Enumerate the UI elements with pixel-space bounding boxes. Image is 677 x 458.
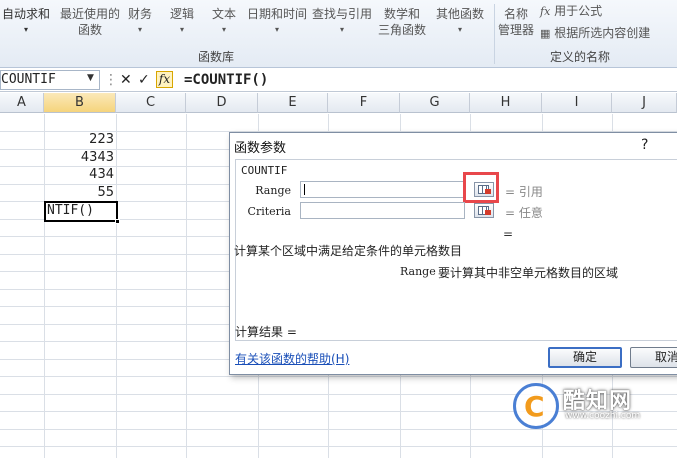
other-functions-label: 其他函数: [436, 7, 485, 21]
argument-description: 要计算其中非空单元格数目的区域: [438, 266, 619, 280]
highlight-box: [463, 172, 499, 203]
column-header-f[interactable]: F: [328, 93, 400, 113]
column-header-d[interactable]: D: [186, 93, 258, 113]
help-icon[interactable]: ?: [641, 137, 648, 153]
defined-names-group-label: 定义的名称: [550, 50, 611, 64]
cell-value: 4343: [80, 150, 114, 165]
formula-bar: COUNTIF ▼ ⋮ ✕ ✓ fx =COUNTIF(): [0, 69, 677, 92]
name-manager-label: 名称: [504, 7, 529, 21]
criteria-result: = 任意: [505, 206, 543, 220]
column-header-j[interactable]: J: [612, 93, 677, 113]
watermark-logo-letter: C: [524, 390, 545, 423]
cell-value: 223: [89, 132, 114, 147]
name-box-dropdown-icon[interactable]: ▼: [87, 73, 94, 83]
formula-input[interactable]: =COUNTIF(): [184, 71, 268, 89]
recent-functions-button[interactable]: 最近使用的 函数: [60, 6, 120, 38]
range-result: = 引用: [505, 185, 543, 199]
active-cell[interactable]: NTIF(): [44, 201, 120, 224]
name-manager-label-2: 管理器: [498, 23, 535, 37]
chevron-down-icon: ▾: [458, 25, 463, 34]
chevron-down-icon: ▾: [138, 25, 143, 34]
recent-functions-label: 最近使用的: [60, 7, 121, 21]
formula-result-equals: =: [503, 227, 514, 241]
watermark-url: www.coozhi.com: [565, 411, 641, 421]
finance-label: 财务: [128, 7, 153, 21]
name-box[interactable]: COUNTIF: [0, 70, 100, 90]
insert-function-button[interactable]: fx: [156, 71, 173, 88]
criteria-collapse-button[interactable]: [474, 203, 494, 218]
logic-button[interactable]: 逻辑 ▾: [170, 6, 194, 38]
function-library-group-label: 函数库: [198, 50, 235, 64]
ribbon: 自动求和 ▾ 最近使用的 函数 财务 ▾ 逻辑 ▾ 文本 ▾ 日期和时间 ▾ 查…: [0, 0, 677, 68]
column-header-h[interactable]: H: [470, 93, 542, 113]
active-cell-value: NTIF(): [47, 203, 94, 218]
cell-value: 55: [97, 185, 114, 200]
recent-functions-label-2: 函数: [78, 23, 103, 37]
criteria-label: Criteria: [247, 205, 291, 218]
datetime-button[interactable]: 日期和时间 ▾: [247, 6, 307, 38]
ok-button[interactable]: 确定: [548, 347, 622, 368]
arrow-icon: [485, 210, 491, 215]
cell-b3[interactable]: 4343: [44, 150, 114, 166]
column-header-b[interactable]: B: [44, 93, 116, 113]
finance-button[interactable]: 财务 ▾: [128, 6, 152, 38]
range-input[interactable]: [300, 181, 465, 198]
lookup-button[interactable]: 查找与引用 ▾: [312, 6, 372, 38]
other-functions-button[interactable]: 其他函数 ▾: [436, 6, 484, 38]
cell-b4[interactable]: 434: [44, 167, 114, 184]
use-in-formula-button[interactable]: fx 用于公式: [540, 2, 602, 19]
autosum-button[interactable]: 自动求和 ▾: [2, 6, 50, 38]
function-description: 计算某个区域中满足给定条件的单元格数目: [234, 244, 463, 258]
logic-label: 逻辑: [170, 7, 195, 21]
fill-handle[interactable]: [115, 219, 120, 224]
math-label: 数学和: [384, 7, 421, 21]
datetime-label: 日期和时间: [247, 7, 308, 21]
help-link[interactable]: 有关该函数的帮助(H): [235, 350, 349, 367]
column-header-e[interactable]: E: [258, 93, 328, 113]
name-manager-button[interactable]: 名称 管理器: [498, 6, 534, 38]
use-in-formula-label: 用于公式: [554, 4, 603, 18]
column-header-g[interactable]: G: [400, 93, 470, 113]
function-name: COUNTIF: [241, 164, 288, 177]
chevron-down-icon: ▾: [180, 25, 185, 34]
column-header-a[interactable]: A: [0, 93, 44, 113]
watermark: C 酷知网 www.coozhi.com: [505, 375, 677, 458]
math-label-2: 三角函数: [378, 23, 427, 37]
autosum-label: 自动求和: [2, 7, 51, 21]
math-button[interactable]: 数学和 三角函数: [378, 6, 426, 38]
cell-b2[interactable]: 223: [44, 132, 114, 149]
text-label: 文本: [212, 7, 237, 21]
group-divider: [494, 4, 495, 64]
criteria-input[interactable]: [300, 202, 465, 219]
dialog-title: 函数参数: [234, 141, 287, 156]
argument-description-name: Range: [400, 265, 436, 278]
cell-value: 434: [89, 167, 114, 182]
create-from-selection-button[interactable]: ▦ 根据所选内容创建: [540, 24, 650, 41]
cancel-icon[interactable]: ✕: [120, 72, 132, 88]
text-caret: [304, 184, 305, 195]
chevron-down-icon: ▾: [24, 25, 29, 34]
fx-small-icon: fx: [540, 5, 551, 18]
chevron-down-icon: ▾: [340, 25, 345, 34]
separator-dots-icon: ⋮: [104, 72, 118, 88]
cell-b5[interactable]: 55: [44, 185, 114, 201]
formula-result: 计算结果 =: [235, 325, 297, 339]
range-label: Range: [255, 184, 291, 197]
table-small-icon: ▦: [540, 27, 551, 40]
enter-icon[interactable]: ✓: [138, 72, 150, 88]
chevron-down-icon: ▾: [275, 25, 280, 34]
column-header-i[interactable]: I: [542, 93, 612, 113]
chevron-down-icon: ▾: [222, 25, 227, 34]
column-header-c[interactable]: C: [116, 93, 186, 113]
lookup-label: 查找与引用: [312, 7, 373, 21]
cancel-button[interactable]: 取消: [630, 347, 677, 368]
create-from-selection-label: 根据所选内容创建: [554, 26, 651, 40]
text-button[interactable]: 文本 ▾: [212, 6, 236, 38]
watermark-logo: C: [513, 383, 559, 429]
